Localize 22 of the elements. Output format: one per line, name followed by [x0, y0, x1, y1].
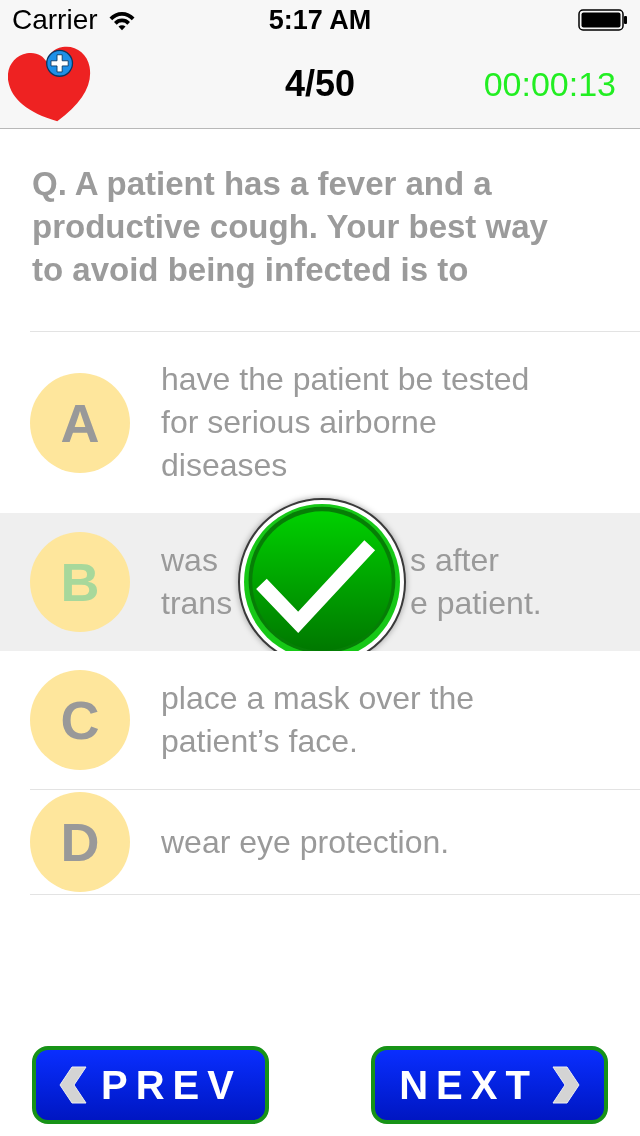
option-letter: C: [30, 670, 130, 770]
chevron-right-icon: [551, 1066, 580, 1104]
wifi-icon: [107, 9, 136, 31]
option-text: trans: [161, 584, 233, 623]
status-time: 5:17 AM: [268, 6, 372, 34]
battery-icon: [578, 9, 628, 31]
option-text: s after: [410, 541, 499, 580]
option-letter: A: [30, 372, 130, 473]
option-letter: D: [30, 792, 130, 892]
option-letter: B: [30, 532, 130, 632]
option-text: place a mask over the patient’s face.: [161, 679, 476, 761]
timer: 00:00:13: [483, 67, 616, 101]
question-text: Q. A patient has a fever and a productive cough. Your best way to avoid being infected is to: [32, 164, 549, 290]
next-button[interactable]: NEXT: [371, 1046, 608, 1124]
option-text: was: [161, 541, 218, 580]
option-text: e patient.: [410, 584, 542, 623]
question-counter: 4/50: [284, 66, 356, 102]
option-text: have the patient be tested for serious airborne diseases: [161, 360, 531, 485]
chevron-left-icon: [59, 1066, 88, 1104]
prev-button[interactable]: PREV: [32, 1046, 269, 1124]
carrier-name: Carrier: [12, 6, 98, 34]
option-text: wear eye protection.: [161, 822, 450, 862]
